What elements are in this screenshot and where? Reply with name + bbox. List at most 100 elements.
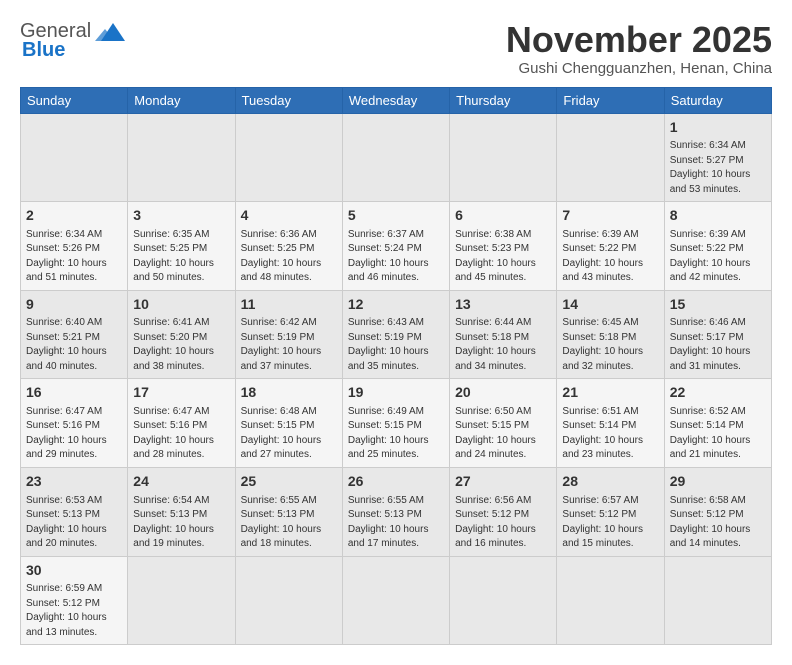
calendar-week-4: 16Sunrise: 6:47 AM Sunset: 5:16 PM Dayli… xyxy=(21,379,772,468)
calendar-cell: 12Sunrise: 6:43 AM Sunset: 5:19 PM Dayli… xyxy=(342,290,449,379)
day-number: 30 xyxy=(26,561,122,581)
header-day-monday: Monday xyxy=(128,87,235,113)
calendar-week-1: 1Sunrise: 6:34 AM Sunset: 5:27 PM Daylig… xyxy=(21,113,772,202)
day-info: Sunrise: 6:55 AM Sunset: 5:13 PM Dayligh… xyxy=(241,494,337,552)
calendar-cell xyxy=(235,113,342,202)
day-number: 24 xyxy=(133,472,229,492)
day-info: Sunrise: 6:54 AM Sunset: 5:13 PM Dayligh… xyxy=(133,494,229,552)
calendar-header: SundayMondayTuesdayWednesdayThursdayFrid… xyxy=(21,87,772,113)
calendar-cell: 18Sunrise: 6:48 AM Sunset: 5:15 PM Dayli… xyxy=(235,379,342,468)
calendar-cell: 29Sunrise: 6:58 AM Sunset: 5:12 PM Dayli… xyxy=(664,467,771,556)
day-info: Sunrise: 6:39 AM Sunset: 5:22 PM Dayligh… xyxy=(562,228,658,286)
calendar-week-5: 23Sunrise: 6:53 AM Sunset: 5:13 PM Dayli… xyxy=(21,467,772,556)
calendar-cell: 25Sunrise: 6:55 AM Sunset: 5:13 PM Dayli… xyxy=(235,467,342,556)
month-title: November 2025 xyxy=(506,20,772,60)
calendar-cell: 1Sunrise: 6:34 AM Sunset: 5:27 PM Daylig… xyxy=(664,113,771,202)
calendar-cell: 5Sunrise: 6:37 AM Sunset: 5:24 PM Daylig… xyxy=(342,202,449,291)
calendar-cell: 26Sunrise: 6:55 AM Sunset: 5:13 PM Dayli… xyxy=(342,467,449,556)
day-number: 25 xyxy=(241,472,337,492)
day-number: 11 xyxy=(241,295,337,315)
calendar-cell: 9Sunrise: 6:40 AM Sunset: 5:21 PM Daylig… xyxy=(21,290,128,379)
day-info: Sunrise: 6:55 AM Sunset: 5:13 PM Dayligh… xyxy=(348,494,444,552)
day-info: Sunrise: 6:42 AM Sunset: 5:19 PM Dayligh… xyxy=(241,316,337,374)
header-day-tuesday: Tuesday xyxy=(235,87,342,113)
day-number: 1 xyxy=(670,118,766,138)
day-info: Sunrise: 6:46 AM Sunset: 5:17 PM Dayligh… xyxy=(670,316,766,374)
calendar-cell xyxy=(21,113,128,202)
header-row: SundayMondayTuesdayWednesdayThursdayFrid… xyxy=(21,87,772,113)
logo-icon xyxy=(95,21,131,43)
calendar-cell: 6Sunrise: 6:38 AM Sunset: 5:23 PM Daylig… xyxy=(450,202,557,291)
day-number: 15 xyxy=(670,295,766,315)
calendar-cell: 10Sunrise: 6:41 AM Sunset: 5:20 PM Dayli… xyxy=(128,290,235,379)
page-header: General Blue November 2025 Gushi Chenggu… xyxy=(20,20,772,77)
calendar-cell xyxy=(235,556,342,645)
day-info: Sunrise: 6:57 AM Sunset: 5:12 PM Dayligh… xyxy=(562,494,658,552)
day-number: 5 xyxy=(348,206,444,226)
day-number: 6 xyxy=(455,206,551,226)
calendar-cell: 27Sunrise: 6:56 AM Sunset: 5:12 PM Dayli… xyxy=(450,467,557,556)
calendar-cell: 24Sunrise: 6:54 AM Sunset: 5:13 PM Dayli… xyxy=(128,467,235,556)
day-info: Sunrise: 6:51 AM Sunset: 5:14 PM Dayligh… xyxy=(562,405,658,463)
day-number: 13 xyxy=(455,295,551,315)
calendar-cell: 20Sunrise: 6:50 AM Sunset: 5:15 PM Dayli… xyxy=(450,379,557,468)
location-subtitle: Gushi Chengguanzhen, Henan, China xyxy=(506,60,772,77)
day-number: 26 xyxy=(348,472,444,492)
header-day-wednesday: Wednesday xyxy=(342,87,449,113)
day-info: Sunrise: 6:47 AM Sunset: 5:16 PM Dayligh… xyxy=(133,405,229,463)
day-number: 7 xyxy=(562,206,658,226)
day-number: 28 xyxy=(562,472,658,492)
day-number: 18 xyxy=(241,383,337,403)
logo: General Blue xyxy=(20,20,131,62)
day-info: Sunrise: 6:35 AM Sunset: 5:25 PM Dayligh… xyxy=(133,228,229,286)
day-number: 12 xyxy=(348,295,444,315)
day-number: 14 xyxy=(562,295,658,315)
calendar-cell: 19Sunrise: 6:49 AM Sunset: 5:15 PM Dayli… xyxy=(342,379,449,468)
calendar-week-6: 30Sunrise: 6:59 AM Sunset: 5:12 PM Dayli… xyxy=(21,556,772,645)
calendar-cell: 4Sunrise: 6:36 AM Sunset: 5:25 PM Daylig… xyxy=(235,202,342,291)
calendar-cell: 7Sunrise: 6:39 AM Sunset: 5:22 PM Daylig… xyxy=(557,202,664,291)
day-info: Sunrise: 6:53 AM Sunset: 5:13 PM Dayligh… xyxy=(26,494,122,552)
day-info: Sunrise: 6:43 AM Sunset: 5:19 PM Dayligh… xyxy=(348,316,444,374)
day-info: Sunrise: 6:45 AM Sunset: 5:18 PM Dayligh… xyxy=(562,316,658,374)
day-info: Sunrise: 6:39 AM Sunset: 5:22 PM Dayligh… xyxy=(670,228,766,286)
day-number: 23 xyxy=(26,472,122,492)
calendar-cell xyxy=(128,556,235,645)
day-number: 29 xyxy=(670,472,766,492)
calendar-cell xyxy=(342,556,449,645)
day-info: Sunrise: 6:41 AM Sunset: 5:20 PM Dayligh… xyxy=(133,316,229,374)
calendar-cell xyxy=(342,113,449,202)
day-number: 16 xyxy=(26,383,122,403)
calendar-cell: 2Sunrise: 6:34 AM Sunset: 5:26 PM Daylig… xyxy=(21,202,128,291)
calendar-cell: 21Sunrise: 6:51 AM Sunset: 5:14 PM Dayli… xyxy=(557,379,664,468)
day-number: 9 xyxy=(26,295,122,315)
day-number: 4 xyxy=(241,206,337,226)
calendar-body: 1Sunrise: 6:34 AM Sunset: 5:27 PM Daylig… xyxy=(21,113,772,645)
day-number: 19 xyxy=(348,383,444,403)
calendar-cell: 16Sunrise: 6:47 AM Sunset: 5:16 PM Dayli… xyxy=(21,379,128,468)
calendar-cell xyxy=(664,556,771,645)
day-info: Sunrise: 6:56 AM Sunset: 5:12 PM Dayligh… xyxy=(455,494,551,552)
day-info: Sunrise: 6:40 AM Sunset: 5:21 PM Dayligh… xyxy=(26,316,122,374)
calendar-cell: 3Sunrise: 6:35 AM Sunset: 5:25 PM Daylig… xyxy=(128,202,235,291)
day-number: 21 xyxy=(562,383,658,403)
calendar-cell xyxy=(557,556,664,645)
calendar-cell: 13Sunrise: 6:44 AM Sunset: 5:18 PM Dayli… xyxy=(450,290,557,379)
calendar-cell: 8Sunrise: 6:39 AM Sunset: 5:22 PM Daylig… xyxy=(664,202,771,291)
calendar-cell: 23Sunrise: 6:53 AM Sunset: 5:13 PM Dayli… xyxy=(21,467,128,556)
day-info: Sunrise: 6:47 AM Sunset: 5:16 PM Dayligh… xyxy=(26,405,122,463)
header-day-saturday: Saturday xyxy=(664,87,771,113)
header-day-friday: Friday xyxy=(557,87,664,113)
calendar-cell: 15Sunrise: 6:46 AM Sunset: 5:17 PM Dayli… xyxy=(664,290,771,379)
day-number: 10 xyxy=(133,295,229,315)
day-number: 20 xyxy=(455,383,551,403)
day-info: Sunrise: 6:49 AM Sunset: 5:15 PM Dayligh… xyxy=(348,405,444,463)
calendar-table: SundayMondayTuesdayWednesdayThursdayFrid… xyxy=(20,87,772,646)
calendar-cell: 11Sunrise: 6:42 AM Sunset: 5:19 PM Dayli… xyxy=(235,290,342,379)
day-info: Sunrise: 6:48 AM Sunset: 5:15 PM Dayligh… xyxy=(241,405,337,463)
calendar-cell: 30Sunrise: 6:59 AM Sunset: 5:12 PM Dayli… xyxy=(21,556,128,645)
day-number: 17 xyxy=(133,383,229,403)
title-area: November 2025 Gushi Chengguanzhen, Henan… xyxy=(506,20,772,77)
day-info: Sunrise: 6:50 AM Sunset: 5:15 PM Dayligh… xyxy=(455,405,551,463)
calendar-week-2: 2Sunrise: 6:34 AM Sunset: 5:26 PM Daylig… xyxy=(21,202,772,291)
